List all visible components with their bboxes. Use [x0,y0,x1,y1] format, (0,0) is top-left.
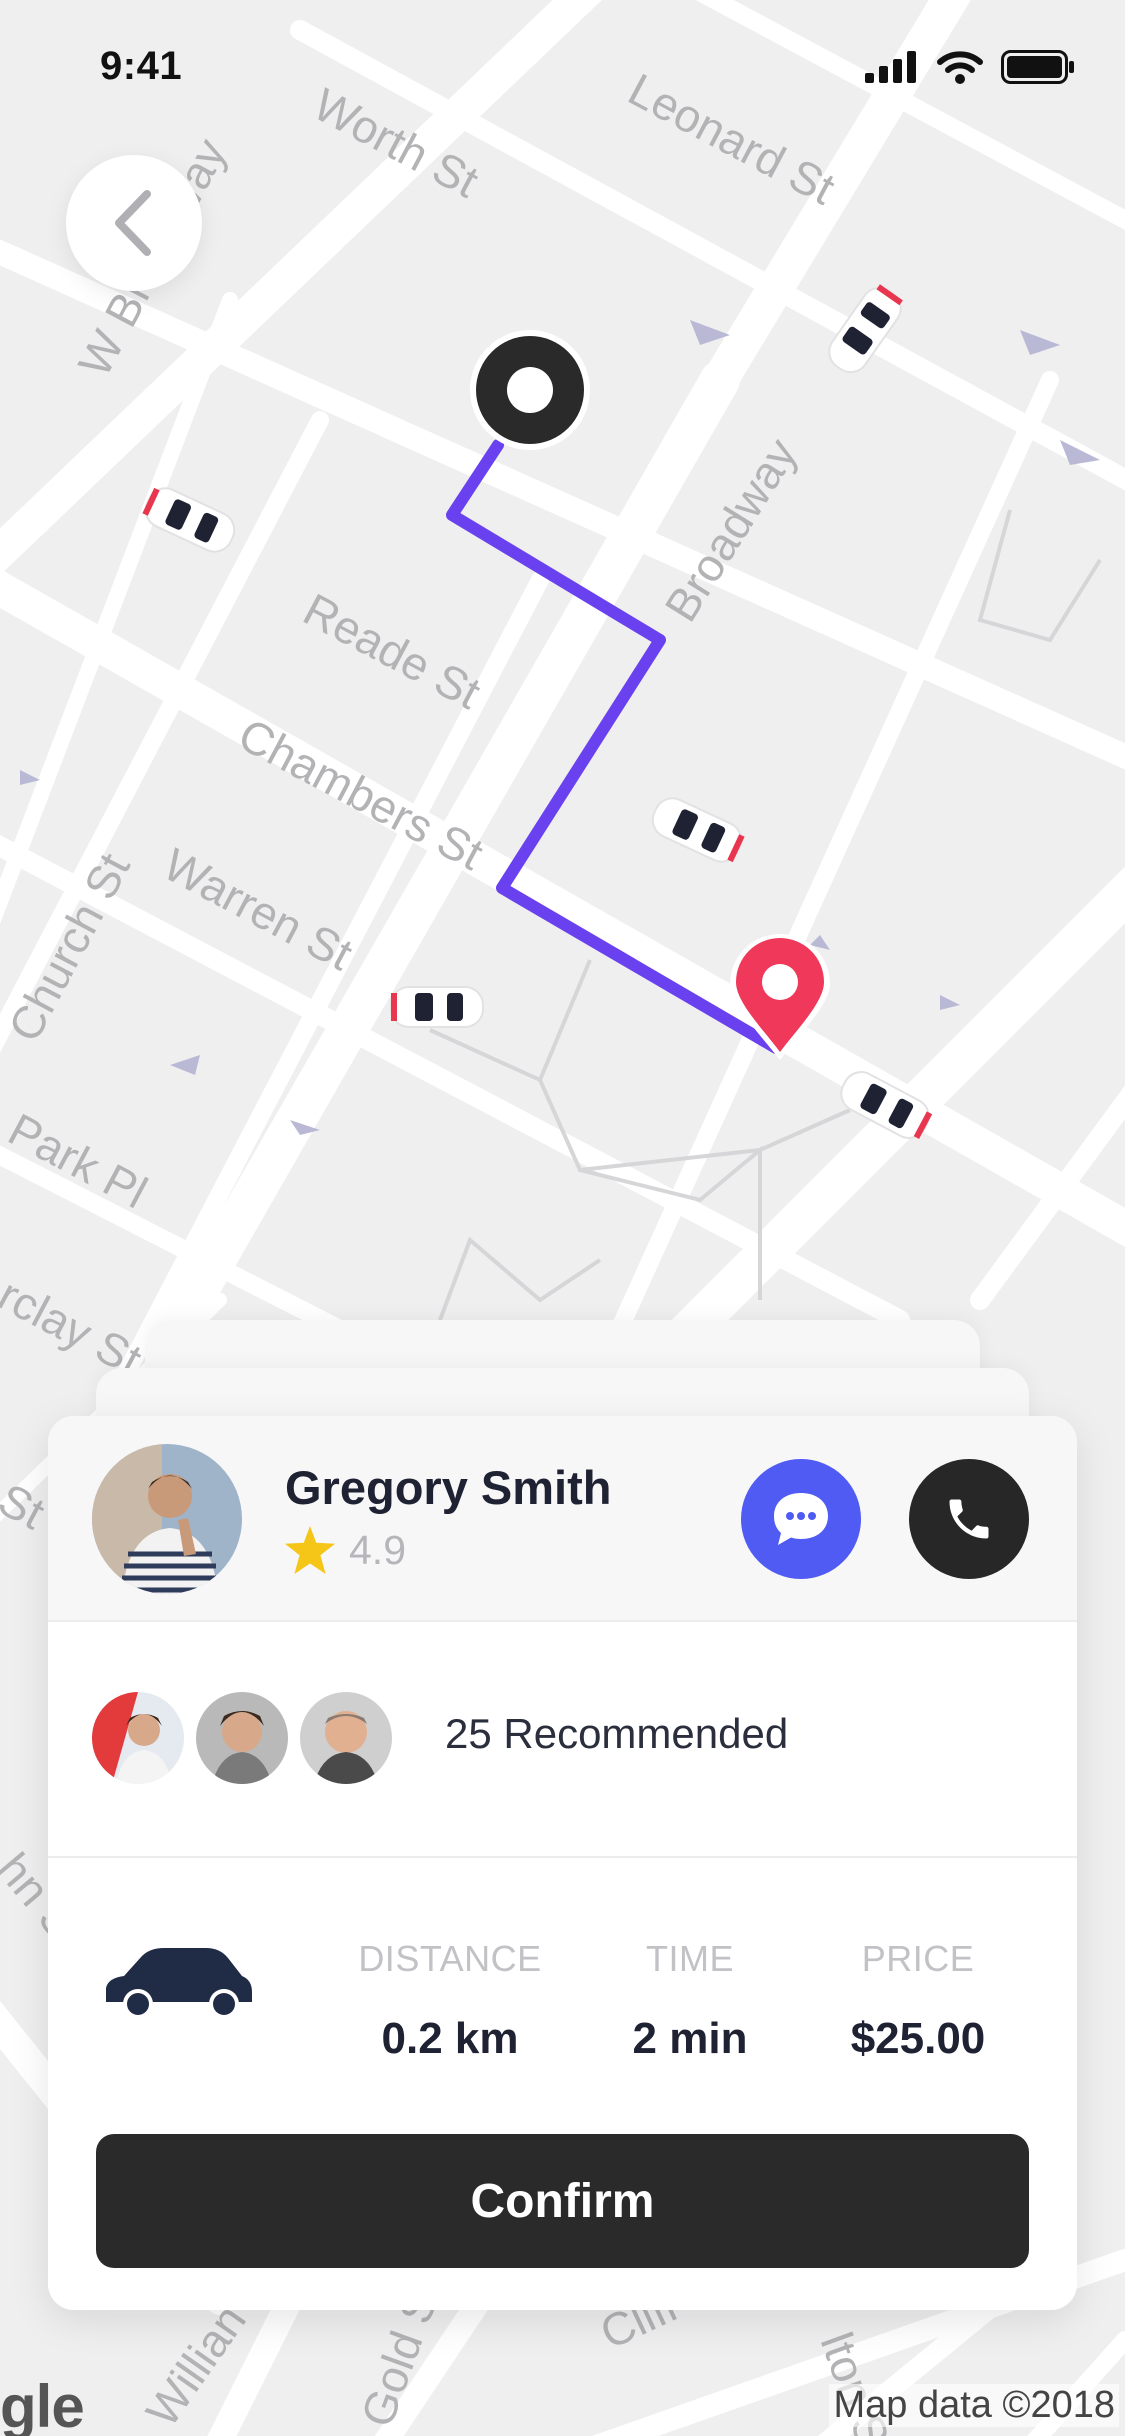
time-stat: TIME 2 min [580,1938,800,2064]
back-chevron-icon [115,190,151,256]
battery-icon [1001,50,1074,84]
map-logo: gle [0,2373,85,2436]
star-icon [285,1526,335,1574]
status-bar: 9:41 [0,0,1125,132]
confirm-button[interactable]: Confirm [96,2134,1029,2268]
call-button[interactable] [909,1459,1029,1579]
back-button[interactable] [66,155,202,291]
taxi-icon [390,986,484,1028]
wifi-icon [937,51,983,84]
distance-label: DISTANCE [358,1938,542,1979]
map-attribution[interactable]: Map data ©2018 [829,2384,1119,2427]
recommendations-section[interactable]: 25 Recommended [48,1622,1077,1856]
recommender-avatar [92,1692,184,1784]
recommender-avatar [196,1692,288,1784]
recommender-avatar [300,1692,392,1784]
status-icons [865,50,1075,84]
price-stat: PRICE $25.00 [808,1938,1028,2064]
time-value: 2 min [632,2014,748,2063]
price-value: $25.00 [850,2014,986,2063]
time-label: TIME [646,1938,734,1979]
driver-name: Gregory Smith [285,1461,612,1514]
rating-value: 4.9 [349,1526,406,1573]
driver-avatar[interactable] [92,1444,242,1594]
message-button[interactable] [741,1459,861,1579]
distance-stat: DISTANCE 0.2 km [340,1938,560,2064]
chat-bubble-icon [774,1493,828,1545]
recommended-count: 25 Recommended [445,1710,789,1757]
recommender-avatars [92,1692,412,1784]
ride-booking-screen: Worth St Leonard St W Broadway Broadway … [0,0,1125,2436]
driver-info-section: Gregory Smith 4.9 [48,1416,1077,1620]
signal-icon [865,51,916,83]
distance-value: 0.2 km [381,2014,519,2063]
status-time: 9:41 [100,44,183,88]
car-icon [106,1948,252,2019]
phone-icon [949,1499,989,1539]
origin-marker-icon [470,330,590,450]
driver-card: Gregory Smith 4.9 25 Recommended DISTANC… [48,1416,1077,2310]
trip-details-section: DISTANCE 0.2 km TIME 2 min PRICE $25.00 … [48,1858,1077,2310]
driver-rating: 4.9 [285,1526,406,1574]
price-label: PRICE [861,1938,975,1979]
